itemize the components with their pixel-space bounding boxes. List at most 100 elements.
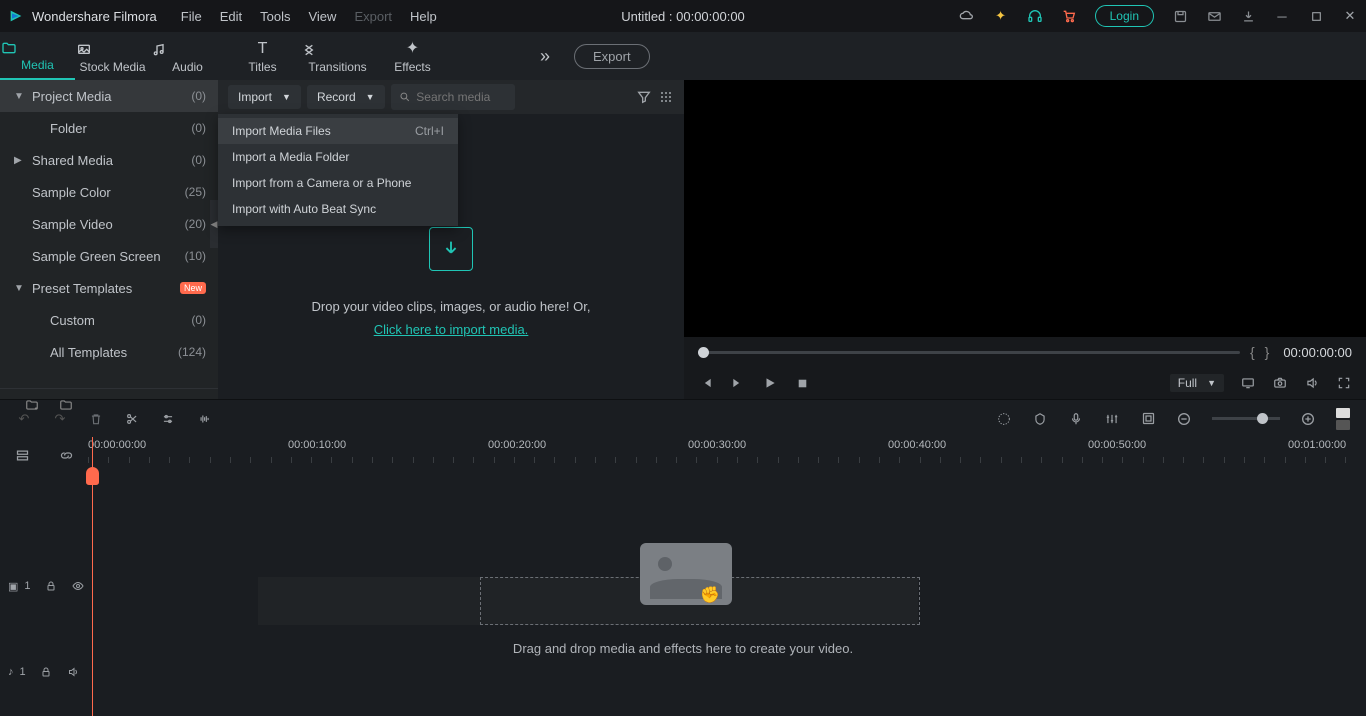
maximize-icon[interactable] [1308, 8, 1324, 24]
save-icon[interactable] [1172, 8, 1188, 24]
fullscreen-icon[interactable] [1336, 375, 1352, 391]
more-tabs-icon[interactable]: » [540, 46, 550, 67]
search-input[interactable] [416, 90, 507, 104]
audio-wave-icon[interactable] [196, 411, 212, 427]
import-media-files[interactable]: Import Media FilesCtrl+I [218, 118, 458, 144]
crop-icon[interactable] [1140, 411, 1156, 427]
preview-controls: Full▼ [684, 367, 1366, 399]
lock-icon[interactable] [40, 666, 52, 678]
minimize-icon[interactable]: ─ [1274, 8, 1290, 24]
next-frame-icon[interactable] [730, 375, 746, 391]
zoom-out-icon[interactable] [1176, 411, 1192, 427]
main-area: ▼Project Media(0) Folder(0) ▶Shared Medi… [0, 80, 1366, 399]
tab-titles[interactable]: TTitles [225, 40, 300, 80]
sidebar-item-shared-media[interactable]: ▶Shared Media(0) [0, 144, 218, 176]
login-button[interactable]: Login [1095, 5, 1154, 27]
import-camera-phone[interactable]: Import from a Camera or a Phone [218, 170, 458, 196]
panel-toggle[interactable] [1336, 408, 1350, 430]
filter-icon[interactable] [636, 89, 652, 105]
media-sidebar: ▼Project Media(0) Folder(0) ▶Shared Medi… [0, 80, 218, 399]
mail-icon[interactable] [1206, 8, 1222, 24]
preview-video[interactable] [684, 80, 1366, 337]
sidebar-item-sample-video[interactable]: Sample Video(20) [0, 208, 218, 240]
tab-media[interactable]: Media [0, 40, 75, 80]
folder-icon[interactable] [58, 398, 74, 412]
tab-stock-media[interactable]: Stock Media [75, 42, 150, 80]
menu-export: Export [354, 9, 392, 24]
tab-audio[interactable]: Audio [150, 42, 225, 80]
close-icon[interactable]: ✕ [1342, 8, 1358, 24]
stop-icon[interactable] [794, 375, 810, 391]
export-button[interactable]: Export [574, 44, 650, 69]
grab-cursor-icon: ✊ [700, 585, 720, 605]
render-icon[interactable] [996, 411, 1012, 427]
menu-help[interactable]: Help [410, 9, 437, 24]
mute-icon[interactable] [66, 666, 80, 678]
app-name: Wondershare Filmora [32, 9, 157, 24]
ruler[interactable]: 00:00:00:00 00:00:10:00 00:00:20:00 00:0… [88, 437, 1366, 473]
download-icon[interactable] [1240, 8, 1256, 24]
import-drop-icon [429, 227, 473, 271]
audio-track-icon: ♪ [8, 666, 14, 678]
import-dropdown[interactable]: Import▼ [228, 85, 301, 109]
mark-out-icon[interactable]: } [1265, 344, 1270, 360]
collapse-sidebar-icon[interactable]: ◀ [210, 200, 218, 248]
mark-in-icon[interactable]: { [1250, 344, 1255, 360]
audio-track-1[interactable]: ♪1 [0, 654, 1366, 690]
mixer-icon[interactable] [1104, 411, 1120, 427]
chevron-down-icon: ▼ [366, 92, 375, 102]
titlebar: Wondershare Filmora File Edit Tools View… [0, 0, 1366, 32]
sidebar-item-folder[interactable]: Folder(0) [0, 112, 218, 144]
display-icon[interactable] [1240, 375, 1256, 391]
app-logo [8, 8, 24, 24]
search-box[interactable] [391, 84, 516, 110]
bulb-icon[interactable]: ✦ [993, 8, 1009, 24]
zoom-slider[interactable] [1212, 417, 1280, 420]
delete-icon[interactable] [88, 411, 104, 427]
play-icon[interactable] [762, 375, 778, 391]
lock-icon[interactable] [45, 580, 57, 592]
sidebar-bottom-actions [0, 388, 218, 420]
headphones-icon[interactable] [1027, 8, 1043, 24]
volume-icon[interactable] [1304, 375, 1320, 391]
preview-size-select[interactable]: Full▼ [1170, 374, 1224, 392]
grid-view-icon[interactable] [658, 89, 674, 105]
adjust-icon[interactable] [160, 411, 176, 427]
menu-file[interactable]: File [181, 9, 202, 24]
preview-scrubber[interactable] [698, 351, 1240, 354]
sidebar-item-project-media[interactable]: ▼Project Media(0) [0, 80, 218, 112]
tab-transitions[interactable]: Transitions [300, 42, 375, 80]
sidebar-item-custom[interactable]: Custom(0) [0, 304, 218, 336]
marker-icon[interactable] [1032, 411, 1048, 427]
voiceover-icon[interactable] [1068, 411, 1084, 427]
link-icon[interactable] [58, 447, 74, 463]
redo-icon[interactable]: ↷ [52, 411, 68, 427]
titlebar-right: ✦ Login ─ ✕ [959, 5, 1358, 27]
tab-effects[interactable]: ✦Effects [375, 38, 450, 80]
zoom-in-icon[interactable] [1300, 411, 1316, 427]
import-media-folder[interactable]: Import a Media Folder [218, 144, 458, 170]
visibility-icon[interactable] [71, 580, 85, 592]
import-link[interactable]: Click here to import media. [374, 322, 529, 337]
import-auto-beat-sync[interactable]: Import with Auto Beat Sync [218, 196, 458, 222]
record-dropdown[interactable]: Record▼ [307, 85, 385, 109]
cloud-icon[interactable] [959, 8, 975, 24]
cart-icon[interactable] [1061, 8, 1077, 24]
playhead[interactable] [92, 437, 93, 716]
sidebar-item-sample-color[interactable]: Sample Color(25) [0, 176, 218, 208]
drop-text: Drop your video clips, images, or audio … [312, 299, 591, 314]
menu-bar: File Edit Tools View Export Help [181, 9, 437, 24]
sidebar-item-sample-green-screen[interactable]: Sample Green Screen(10) [0, 240, 218, 272]
menu-tools[interactable]: Tools [260, 9, 290, 24]
sidebar-item-preset-templates[interactable]: ▼Preset TemplatesNew [0, 272, 218, 304]
undo-icon[interactable]: ↶ [16, 411, 32, 427]
snapshot-icon[interactable] [1272, 375, 1288, 391]
split-icon[interactable] [124, 411, 140, 427]
prev-frame-icon[interactable] [698, 375, 714, 391]
menu-view[interactable]: View [308, 9, 336, 24]
menu-edit[interactable]: Edit [220, 9, 242, 24]
preview-panel: { } 00:00:00:00 Full▼ [684, 80, 1366, 399]
tracks-icon[interactable] [14, 447, 30, 463]
new-folder-icon[interactable] [24, 398, 40, 412]
sidebar-item-all-templates[interactable]: All Templates(124) [0, 336, 218, 368]
